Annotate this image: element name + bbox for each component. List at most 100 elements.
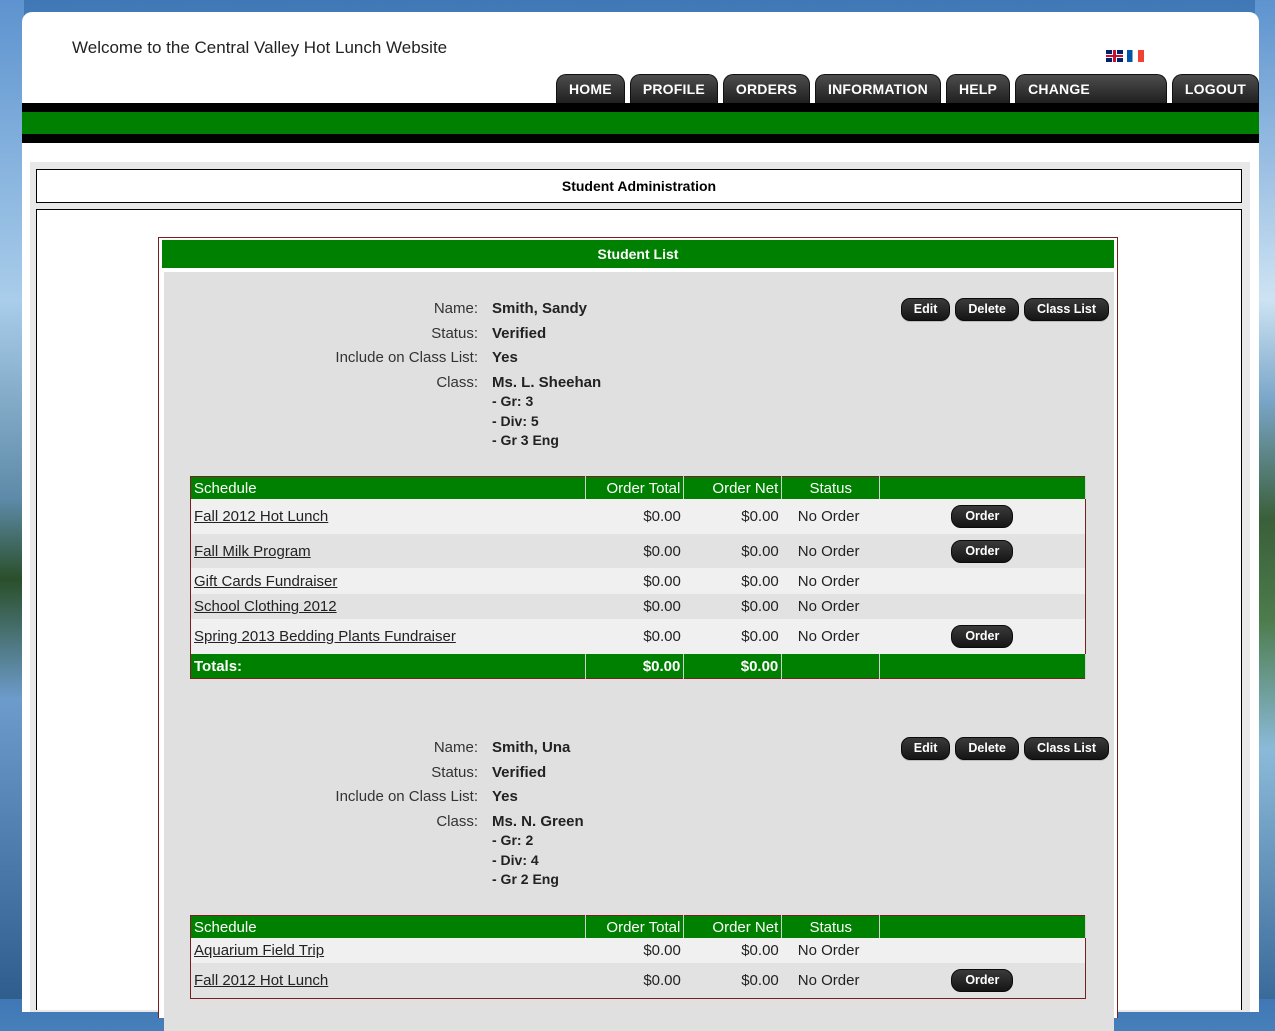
status-label: Status: <box>431 324 478 342</box>
col-order-total: Order Total <box>585 915 685 938</box>
tab-information[interactable]: INFORMATION <box>815 74 941 104</box>
page-container: Welcome to the Central Valley Hot Lunch … <box>22 12 1259 1031</box>
col-schedule: Schedule <box>190 476 587 499</box>
table-row: Fall Milk Program $0.00 $0.00 No Order O… <box>190 534 1086 568</box>
table-row: Fall 2012 Hot Lunch $0.00 $0.00 No Order… <box>190 963 1086 998</box>
totals-row: Totals: $0.00 $0.00 <box>190 654 1086 679</box>
table-row: Fall 2012 Hot Lunch $0.00 $0.00 No Order… <box>191 499 1086 534</box>
order-button[interactable]: Order <box>951 505 1014 528</box>
student-status: Verified <box>492 324 547 342</box>
student-include: Yes <box>492 349 518 366</box>
class-details: - Gr: 3 - Div: 5 - Gr 3 Eng <box>492 392 559 451</box>
class-program: - Gr 3 Eng <box>492 432 559 448</box>
background-scenery-left <box>0 0 24 999</box>
order-net: $0.00 <box>683 594 782 619</box>
student-list: Student List Name: Smith, Sandy Status: … <box>158 237 1118 1031</box>
name-label: Name: <box>433 739 478 756</box>
status-label: Status: <box>431 763 478 781</box>
class-teacher: Ms. N. Green <box>492 812 584 830</box>
class-list-button[interactable]: Class List <box>1023 298 1109 321</box>
col-order-total: Order Total <box>585 476 685 499</box>
class-label: Class: <box>436 373 478 391</box>
schedule-link[interactable]: Fall 2012 Hot Lunch <box>194 508 328 525</box>
col-order-net: Order Net <box>683 476 783 499</box>
tab-change-password[interactable]: CHANGE PASSWORD <box>1015 74 1167 126</box>
order-button[interactable]: Order <box>951 625 1014 648</box>
tab-profile[interactable]: PROFILE <box>629 74 718 104</box>
totals-order-total: $0.00 <box>585 654 685 679</box>
student-info: Name: Smith, Una Status: Verified Includ… <box>164 739 764 887</box>
tab-orders[interactable]: ORDERS <box>722 74 810 104</box>
order-status: No Order <box>797 572 860 590</box>
class-details: - Gr: 2 - Div: 4 - Gr 2 Eng <box>492 831 559 890</box>
order-button[interactable]: Order <box>951 539 1014 563</box>
student-list-title: Student List <box>162 240 1114 268</box>
class-grade: - Gr: 3 <box>492 393 534 409</box>
class-grade: - Gr: 2 <box>492 832 534 848</box>
order-total: $0.00 <box>585 534 684 568</box>
table-row: School Clothing 2012 $0.00 $0.00 No Orde… <box>190 594 1086 619</box>
class-program: - Gr 2 Eng <box>492 871 559 887</box>
french-flag-icon[interactable] <box>1127 49 1144 62</box>
tab-home[interactable]: HOME <box>556 74 625 104</box>
table-row: Spring 2013 Bedding Plants Fundraiser $0… <box>191 619 1086 654</box>
table-header-row: Schedule Order Total Order Net Status <box>190 915 1086 938</box>
col-schedule: Schedule <box>190 915 587 938</box>
student-card: Name: Smith, Sandy Status: Verified Incl… <box>164 272 1114 713</box>
order-net: $0.00 <box>741 942 779 959</box>
totals-order-net: $0.00 <box>683 654 783 679</box>
order-total: $0.00 <box>643 628 681 645</box>
order-button[interactable]: Order <box>951 968 1014 992</box>
schedule-link[interactable]: School Clothing 2012 <box>194 598 337 615</box>
class-label: Class: <box>436 812 478 830</box>
col-status: Status <box>781 476 881 499</box>
tab-help[interactable]: HELP <box>945 74 1011 104</box>
name-label: Name: <box>433 300 478 317</box>
delete-button[interactable]: Delete <box>955 298 1019 321</box>
class-division: - Div: 5 <box>492 412 539 429</box>
student-name: Smith, Una <box>492 739 571 756</box>
totals-label: Totals: <box>190 654 587 679</box>
student-include: Yes <box>492 788 518 805</box>
header-bar-black-bottom <box>22 134 1259 143</box>
order-total: $0.00 <box>585 963 684 998</box>
col-action <box>879 915 1086 938</box>
order-net: $0.00 <box>741 628 779 645</box>
order-total: $0.00 <box>643 508 681 525</box>
student-status: Verified <box>492 763 547 781</box>
order-net: $0.00 <box>683 963 782 998</box>
tab-logout[interactable]: LOGOUT <box>1171 74 1259 104</box>
order-status: No Order <box>781 534 880 568</box>
schedule-link[interactable]: Fall 2012 Hot Lunch <box>194 972 328 989</box>
welcome-message: Welcome to the Central Valley Hot Lunch … <box>72 38 448 57</box>
student-actions: Edit Delete Class List <box>900 737 1109 760</box>
edit-button[interactable]: Edit <box>900 298 951 321</box>
order-status: No Order <box>781 963 880 998</box>
schedule-link[interactable]: Aquarium Field Trip <box>194 942 324 959</box>
class-teacher: Ms. L. Sheehan <box>492 373 602 391</box>
order-net: $0.00 <box>741 508 779 525</box>
english-flag-icon[interactable] <box>1106 49 1123 62</box>
student-name: Smith, Sandy <box>492 300 588 317</box>
student-card: Name: Smith, Una Status: Verified Includ… <box>164 711 1114 1031</box>
schedule-table: Schedule Order Total Order Net Status Fa… <box>190 476 1086 679</box>
language-switcher <box>1106 47 1148 62</box>
schedule-link[interactable]: Spring 2013 Bedding Plants Fundraiser <box>194 628 456 645</box>
order-net: $0.00 <box>683 534 782 568</box>
content-area: Student Administration Student List Name… <box>30 162 1250 1031</box>
schedule-link[interactable]: Fall Milk Program <box>194 543 311 560</box>
order-total: $0.00 <box>643 942 681 959</box>
schedule-link[interactable]: Gift Cards Fundraiser <box>194 573 337 590</box>
order-status: No Order <box>797 628 860 645</box>
schedule-table: Schedule Order Total Order Net Status Aq… <box>190 915 1086 999</box>
student-info: Name: Smith, Sandy Status: Verified Incl… <box>164 300 764 448</box>
table-row: Gift Cards Fundraiser $0.00 $0.00 No Ord… <box>191 568 1086 594</box>
section-title: Student Administration <box>36 169 1242 203</box>
edit-button[interactable]: Edit <box>900 737 951 760</box>
class-list-button[interactable]: Class List <box>1023 737 1109 760</box>
table-row: Aquarium Field Trip $0.00 $0.00 No Order <box>191 938 1086 963</box>
order-status: No Order <box>797 508 860 525</box>
order-total: $0.00 <box>585 594 684 619</box>
delete-button[interactable]: Delete <box>955 737 1019 760</box>
table-header-row: Schedule Order Total Order Net Status <box>190 476 1086 499</box>
